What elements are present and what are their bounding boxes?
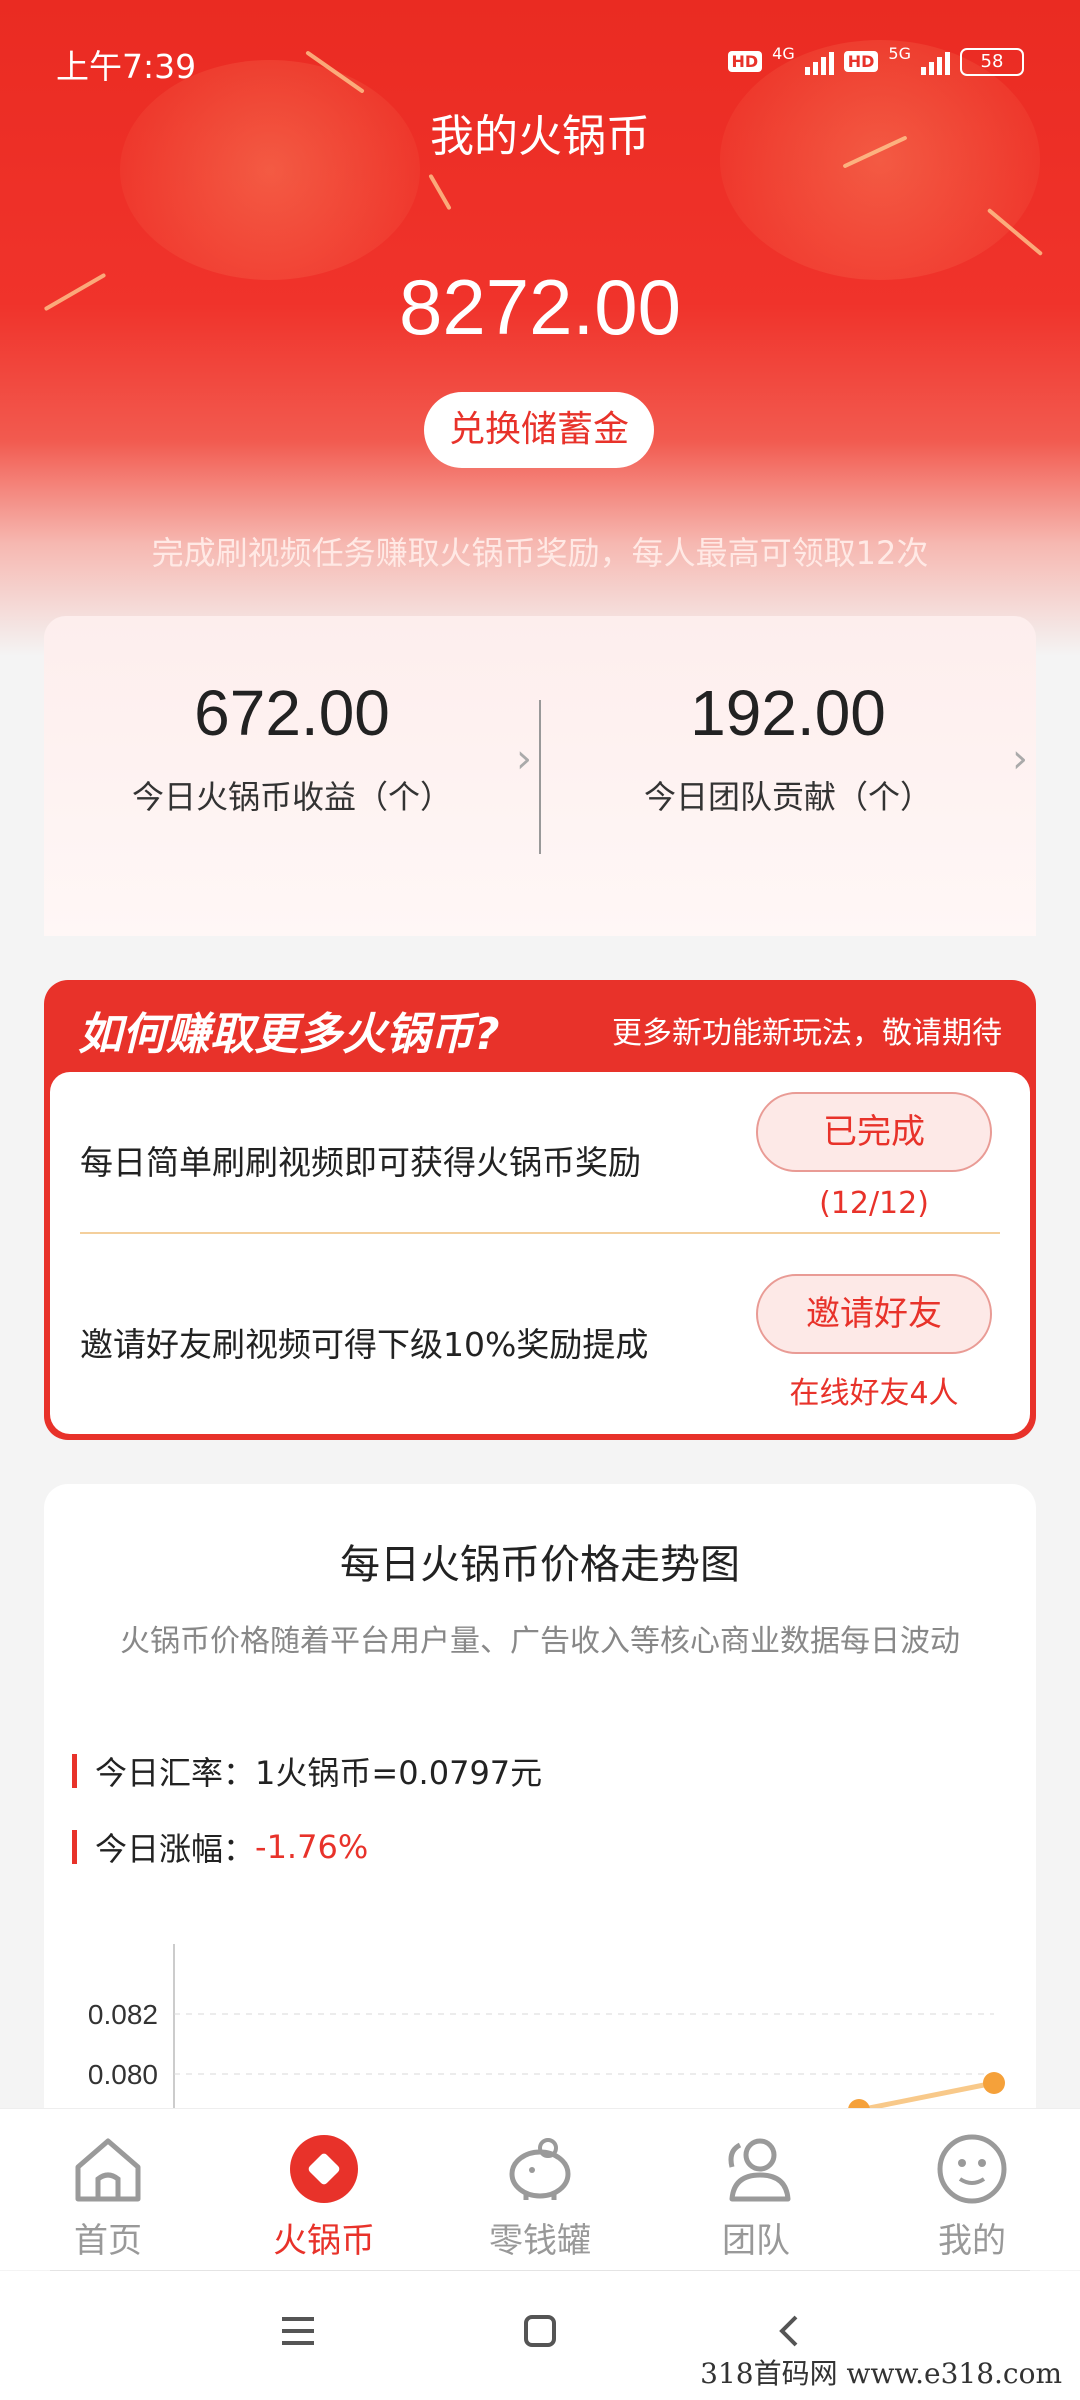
home-icon bbox=[0, 2129, 216, 2209]
task-divider bbox=[80, 1232, 1000, 1234]
status-icons: HD 4G HD 5G 58 bbox=[727, 44, 1024, 79]
hd-badge: HD bbox=[843, 51, 879, 72]
online-friends-count: 在线好友4人 bbox=[789, 1376, 959, 1411]
tab-home[interactable]: 首页 bbox=[0, 2129, 216, 2262]
exchange-rate-value: 1火锅币=0.0797元 bbox=[255, 1754, 543, 1792]
chevron-right-icon: › bbox=[516, 736, 532, 782]
chart-title: 每日火锅币价格走势图 bbox=[340, 1542, 740, 1588]
chart-y-tick-label: 0.080 bbox=[88, 2059, 158, 2090]
page-title: 我的火锅币 bbox=[430, 111, 650, 162]
team-icon bbox=[648, 2129, 864, 2209]
today-income-value: 672.00 bbox=[194, 677, 390, 749]
tab-profile[interactable]: 我的 bbox=[864, 2129, 1080, 2262]
network-4g-label: 4G bbox=[772, 44, 795, 63]
battery-icon: 58 bbox=[960, 47, 1024, 76]
tab-profile-label: 我的 bbox=[938, 2221, 1006, 2261]
network-5g-label: 5G bbox=[888, 44, 911, 63]
signal-icon bbox=[921, 49, 950, 75]
daily-change-value: -1.76% bbox=[255, 1828, 369, 1866]
tab-home-label: 首页 bbox=[74, 2221, 142, 2261]
earn-task-list: 每日简单刷刷视频即可获得火锅币奖励 已完成 (12/12) 邀请好友刷视频可得下… bbox=[50, 1072, 1030, 1434]
chart-data-point bbox=[983, 2072, 1005, 2094]
hd-badge: HD bbox=[727, 51, 763, 72]
accent-bar bbox=[72, 1754, 77, 1788]
daily-change-row: 今日涨幅： -1.76% bbox=[72, 1824, 368, 1870]
spark-decoration bbox=[428, 173, 452, 211]
chart-subtitle: 火锅币价格随着平台用户量、广告收入等核心商业数据每日波动 bbox=[120, 1624, 960, 1659]
tab-piggy-bank[interactable]: 零钱罐 bbox=[432, 2129, 648, 2262]
exchange-savings-button[interactable]: 兑换储蓄金 bbox=[424, 392, 654, 468]
piggy-bank-icon bbox=[432, 2129, 648, 2209]
hero-glow bbox=[120, 60, 420, 280]
earn-more-card: 如何赚取更多火锅币? 更多新功能新玩法，敬请期待 每日简单刷刷视频即可获得火锅币… bbox=[44, 980, 1036, 1440]
invite-friends-button[interactable]: 邀请好友 bbox=[756, 1274, 992, 1354]
menu-icon[interactable] bbox=[278, 2311, 318, 2351]
status-bar: 上午7:39 HD 4G HD 5G 58 bbox=[0, 40, 1080, 90]
tab-piggy-bank-label: 零钱罐 bbox=[489, 2221, 591, 2261]
status-time: 上午7:39 bbox=[56, 47, 197, 86]
back-icon[interactable] bbox=[770, 2311, 810, 2351]
stats-card: 672.00 今日火锅币收益（个） › 192.00 今日团队贡献（个） › bbox=[44, 616, 1036, 936]
coin-icon bbox=[216, 2129, 432, 2209]
coin-balance: 8272.00 bbox=[399, 263, 681, 351]
price-trend-card: 每日火锅币价格走势图 火锅币价格随着平台用户量、广告收入等核心商业数据每日波动 … bbox=[44, 1484, 1036, 2144]
today-income-stat[interactable]: 672.00 今日火锅币收益（个） › bbox=[44, 676, 540, 818]
earn-header: 如何赚取更多火锅币? 更多新功能新玩法，敬请期待 bbox=[44, 980, 1036, 1072]
chart-y-tick-label: 0.082 bbox=[88, 1999, 158, 2030]
accent-bar bbox=[72, 1830, 77, 1864]
team-contribution-label: 今日团队贡献（个） bbox=[643, 778, 932, 816]
chevron-right-icon: › bbox=[1012, 736, 1028, 782]
tab-team-label: 团队 bbox=[722, 2221, 790, 2261]
task-watch-video-text: 每日简单刷刷视频即可获得火锅币奖励 bbox=[80, 1143, 641, 1182]
watermark-text: 318首码网 www.e318.com bbox=[700, 2357, 1062, 2390]
earn-title: 如何赚取更多火锅币? bbox=[78, 1009, 500, 1060]
task-invite-text: 邀请好友刷视频可得下级10%奖励提成 bbox=[80, 1325, 649, 1364]
reward-hint: 完成刷视频任务赚取火锅币奖励，每人最高可领取12次 bbox=[151, 534, 929, 572]
exchange-rate-label: 今日汇率： bbox=[95, 1754, 256, 1792]
earn-subtitle: 更多新功能新玩法，敬请期待 bbox=[612, 1016, 1002, 1051]
home-square-icon[interactable] bbox=[520, 2311, 560, 2351]
signal-icon bbox=[804, 49, 834, 75]
bottom-tab-bar: 首页 火锅币 零钱罐 团队 我的 bbox=[0, 2108, 1080, 2270]
today-income-label: 今日火锅币收益（个） bbox=[131, 778, 452, 816]
tab-coin[interactable]: 火锅币 bbox=[216, 2129, 432, 2262]
task-progress: (12/12) bbox=[819, 1186, 929, 1221]
tab-coin-label: 火锅币 bbox=[273, 2221, 375, 2261]
tab-team[interactable]: 团队 bbox=[648, 2129, 864, 2262]
team-contribution-value: 192.00 bbox=[690, 677, 886, 749]
profile-icon bbox=[864, 2129, 1080, 2209]
task-completed-button[interactable]: 已完成 bbox=[756, 1092, 992, 1172]
exchange-rate-row: 今日汇率： 1火锅币=0.0797元 bbox=[72, 1748, 542, 1794]
team-contribution-stat[interactable]: 192.00 今日团队贡献（个） › bbox=[540, 676, 1036, 818]
daily-change-label: 今日涨幅： bbox=[95, 1830, 256, 1868]
